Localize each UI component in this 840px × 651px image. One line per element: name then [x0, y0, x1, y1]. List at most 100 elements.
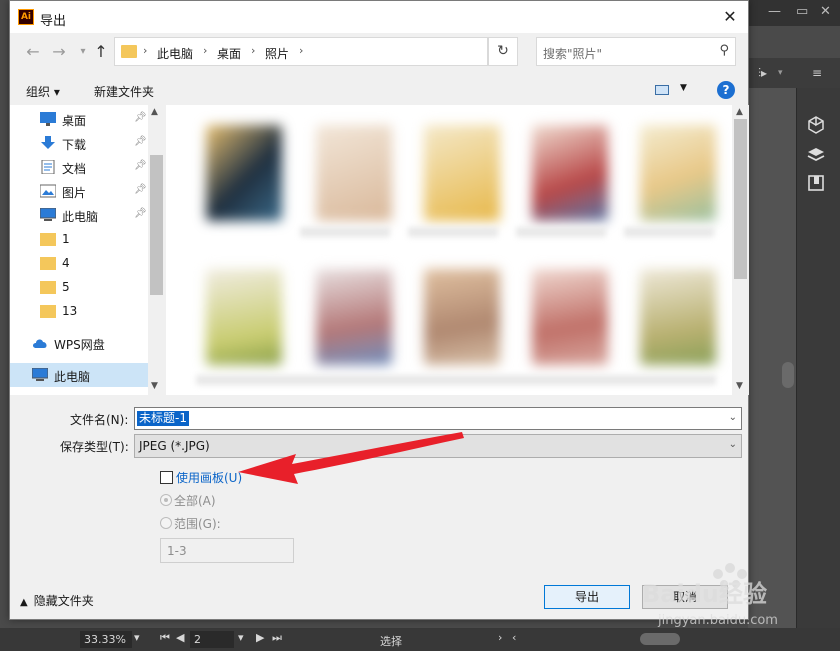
page-field[interactable]: 2	[190, 631, 234, 648]
organize-menu[interactable]: 组织 ▾	[26, 83, 60, 100]
breadcrumb-separator-icon[interactable]: ›	[203, 44, 207, 57]
artboard-area[interactable]	[748, 88, 796, 628]
chevron-down-icon[interactable]: ⌄	[729, 412, 737, 423]
scroll-up-icon[interactable]: ▲	[736, 107, 743, 117]
breadcrumb-separator-icon[interactable]: ›	[251, 44, 255, 57]
folder-icon	[40, 281, 56, 294]
scroll-thumb[interactable]	[150, 155, 163, 295]
forward-arrow-icon[interactable]: →	[48, 41, 70, 63]
use-artboard-label[interactable]: 使用画板(U)	[176, 469, 242, 486]
file-thumbnail[interactable]	[424, 269, 500, 365]
vertical-scrollbar[interactable]	[782, 362, 794, 388]
chevron-down-icon[interactable]: ▾	[778, 68, 783, 78]
breadcrumb-this-pc[interactable]: 此电脑	[157, 45, 193, 62]
search-input[interactable]: 搜索"照片" ⚲	[536, 37, 736, 66]
computer-icon	[40, 208, 56, 221]
nav-item-pictures[interactable]: 图片 📌︎	[10, 179, 148, 203]
maximize-icon[interactable]: ▭	[796, 4, 808, 19]
file-thumbnail[interactable]	[316, 269, 392, 365]
scroll-up-icon[interactable]: ▲	[151, 107, 158, 117]
scroll-down-icon[interactable]: ▼	[151, 381, 158, 391]
last-page-icon[interactable]: ⏭	[272, 631, 282, 645]
close-button[interactable]: ✕	[716, 3, 744, 31]
file-list-area[interactable]	[166, 105, 732, 395]
nav-item-label: 下载	[62, 138, 87, 152]
search-icon[interactable]: ⚲	[719, 43, 729, 58]
artboards-icon[interactable]	[805, 172, 827, 194]
address-bar[interactable]: › 此电脑 › 桌面 › 照片 › ⌄	[114, 37, 575, 66]
breadcrumb-desktop[interactable]: 桌面	[217, 45, 241, 62]
nav-pane-scrollbar[interactable]: ▲ ▼	[148, 105, 165, 395]
download-icon	[41, 136, 55, 149]
file-thumbnail[interactable]	[316, 125, 392, 221]
chevron-down-icon[interactable]: ▾	[238, 631, 244, 644]
prev-page-icon[interactable]: ◀	[176, 631, 184, 644]
nav-item-folder-4[interactable]: 4	[10, 251, 148, 275]
nav-item-label: 4	[62, 256, 70, 270]
dialog-title: 导出	[40, 14, 67, 29]
file-thumbnail[interactable]	[640, 269, 716, 365]
back-arrow-icon[interactable]: ←	[22, 41, 44, 63]
filename-input[interactable]: 未标题-1 ⌄	[134, 407, 742, 430]
chevron-left-icon[interactable]: ‹	[512, 631, 516, 644]
pin-icon[interactable]: 📌︎	[134, 160, 147, 171]
pin-icon[interactable]: 📌︎	[134, 136, 147, 147]
layers-icon[interactable]	[805, 144, 827, 166]
chevron-down-icon[interactable]: ⌄	[729, 439, 737, 450]
up-arrow-icon[interactable]: ↑	[90, 41, 112, 63]
align-icon[interactable]: ⫶▸	[758, 66, 767, 81]
file-thumbnail[interactable]	[532, 125, 608, 221]
file-thumbnail[interactable]	[532, 269, 608, 365]
nav-item-downloads[interactable]: 下载 📌︎	[10, 131, 148, 155]
cloud-icon	[33, 339, 47, 348]
nav-item-documents[interactable]: 文档 📌︎	[10, 155, 148, 179]
range-value: 1-3	[167, 544, 187, 558]
hide-folders-toggle[interactable]: ▲ 隐藏文件夹	[20, 592, 94, 609]
range-input[interactable]: 1-3	[160, 538, 294, 563]
next-page-icon[interactable]: ▶	[256, 631, 264, 644]
pin-icon[interactable]: 📌︎	[134, 208, 147, 219]
breadcrumb-photos[interactable]: 照片	[265, 45, 289, 62]
horizontal-scrollbar[interactable]	[640, 633, 680, 645]
chevron-up-icon: ▲	[20, 597, 28, 608]
zoom-field[interactable]: 33.33%	[80, 631, 132, 648]
new-folder-button[interactable]: 新建文件夹	[94, 83, 154, 100]
refresh-button[interactable]: ↻	[488, 37, 518, 66]
panel-menu-icon[interactable]: ≡	[812, 66, 822, 80]
minimize-icon[interactable]: —	[768, 4, 781, 19]
nav-item-folder-13[interactable]: 13	[10, 299, 148, 323]
file-list-scrollbar[interactable]: ▲ ▼	[732, 105, 749, 395]
range-radio[interactable]	[160, 517, 172, 529]
nav-item-folder-5[interactable]: 5	[10, 275, 148, 299]
pin-icon[interactable]: 📌︎	[134, 112, 147, 123]
scroll-down-icon[interactable]: ▼	[736, 381, 743, 391]
file-thumbnail[interactable]	[206, 125, 282, 221]
chevron-down-icon[interactable]: ▾	[134, 631, 140, 644]
all-radio[interactable]	[160, 494, 172, 506]
nav-item-this-pc-pinned[interactable]: 此电脑 📌︎	[10, 203, 148, 227]
scroll-thumb[interactable]	[734, 119, 747, 279]
close-icon[interactable]: ✕	[820, 4, 831, 19]
chevron-right-icon[interactable]: ›	[498, 631, 502, 644]
chevron-down-icon[interactable]: ▼	[680, 83, 687, 93]
export-button[interactable]: 导出	[544, 585, 630, 609]
nav-item-this-pc[interactable]: 此电脑	[10, 363, 148, 387]
document-icon	[41, 160, 55, 174]
nav-item-label: 文档	[62, 162, 87, 176]
pin-icon[interactable]: 📌︎	[134, 184, 147, 195]
first-page-icon[interactable]: ⏮	[160, 631, 170, 645]
illustrator-app-icon: Ai	[18, 9, 34, 25]
file-thumbnail[interactable]	[206, 269, 282, 365]
view-options-icon[interactable]	[655, 85, 669, 95]
nav-item-desktop[interactable]: 桌面 📌︎	[10, 107, 148, 131]
nav-item-folder-1[interactable]: 1	[10, 227, 148, 251]
file-thumbnail[interactable]	[424, 125, 500, 221]
file-thumbnail[interactable]	[640, 125, 716, 221]
help-button[interactable]: ?	[717, 81, 735, 99]
nav-item-wps-cloud[interactable]: WPS网盘	[10, 331, 148, 355]
breadcrumb-separator-icon[interactable]: ›	[143, 44, 147, 57]
3d-cube-icon[interactable]	[805, 114, 827, 136]
use-artboard-checkbox[interactable]	[160, 471, 173, 484]
breadcrumb-separator-icon[interactable]: ›	[299, 44, 303, 57]
nav-item-label: 1	[62, 232, 70, 246]
